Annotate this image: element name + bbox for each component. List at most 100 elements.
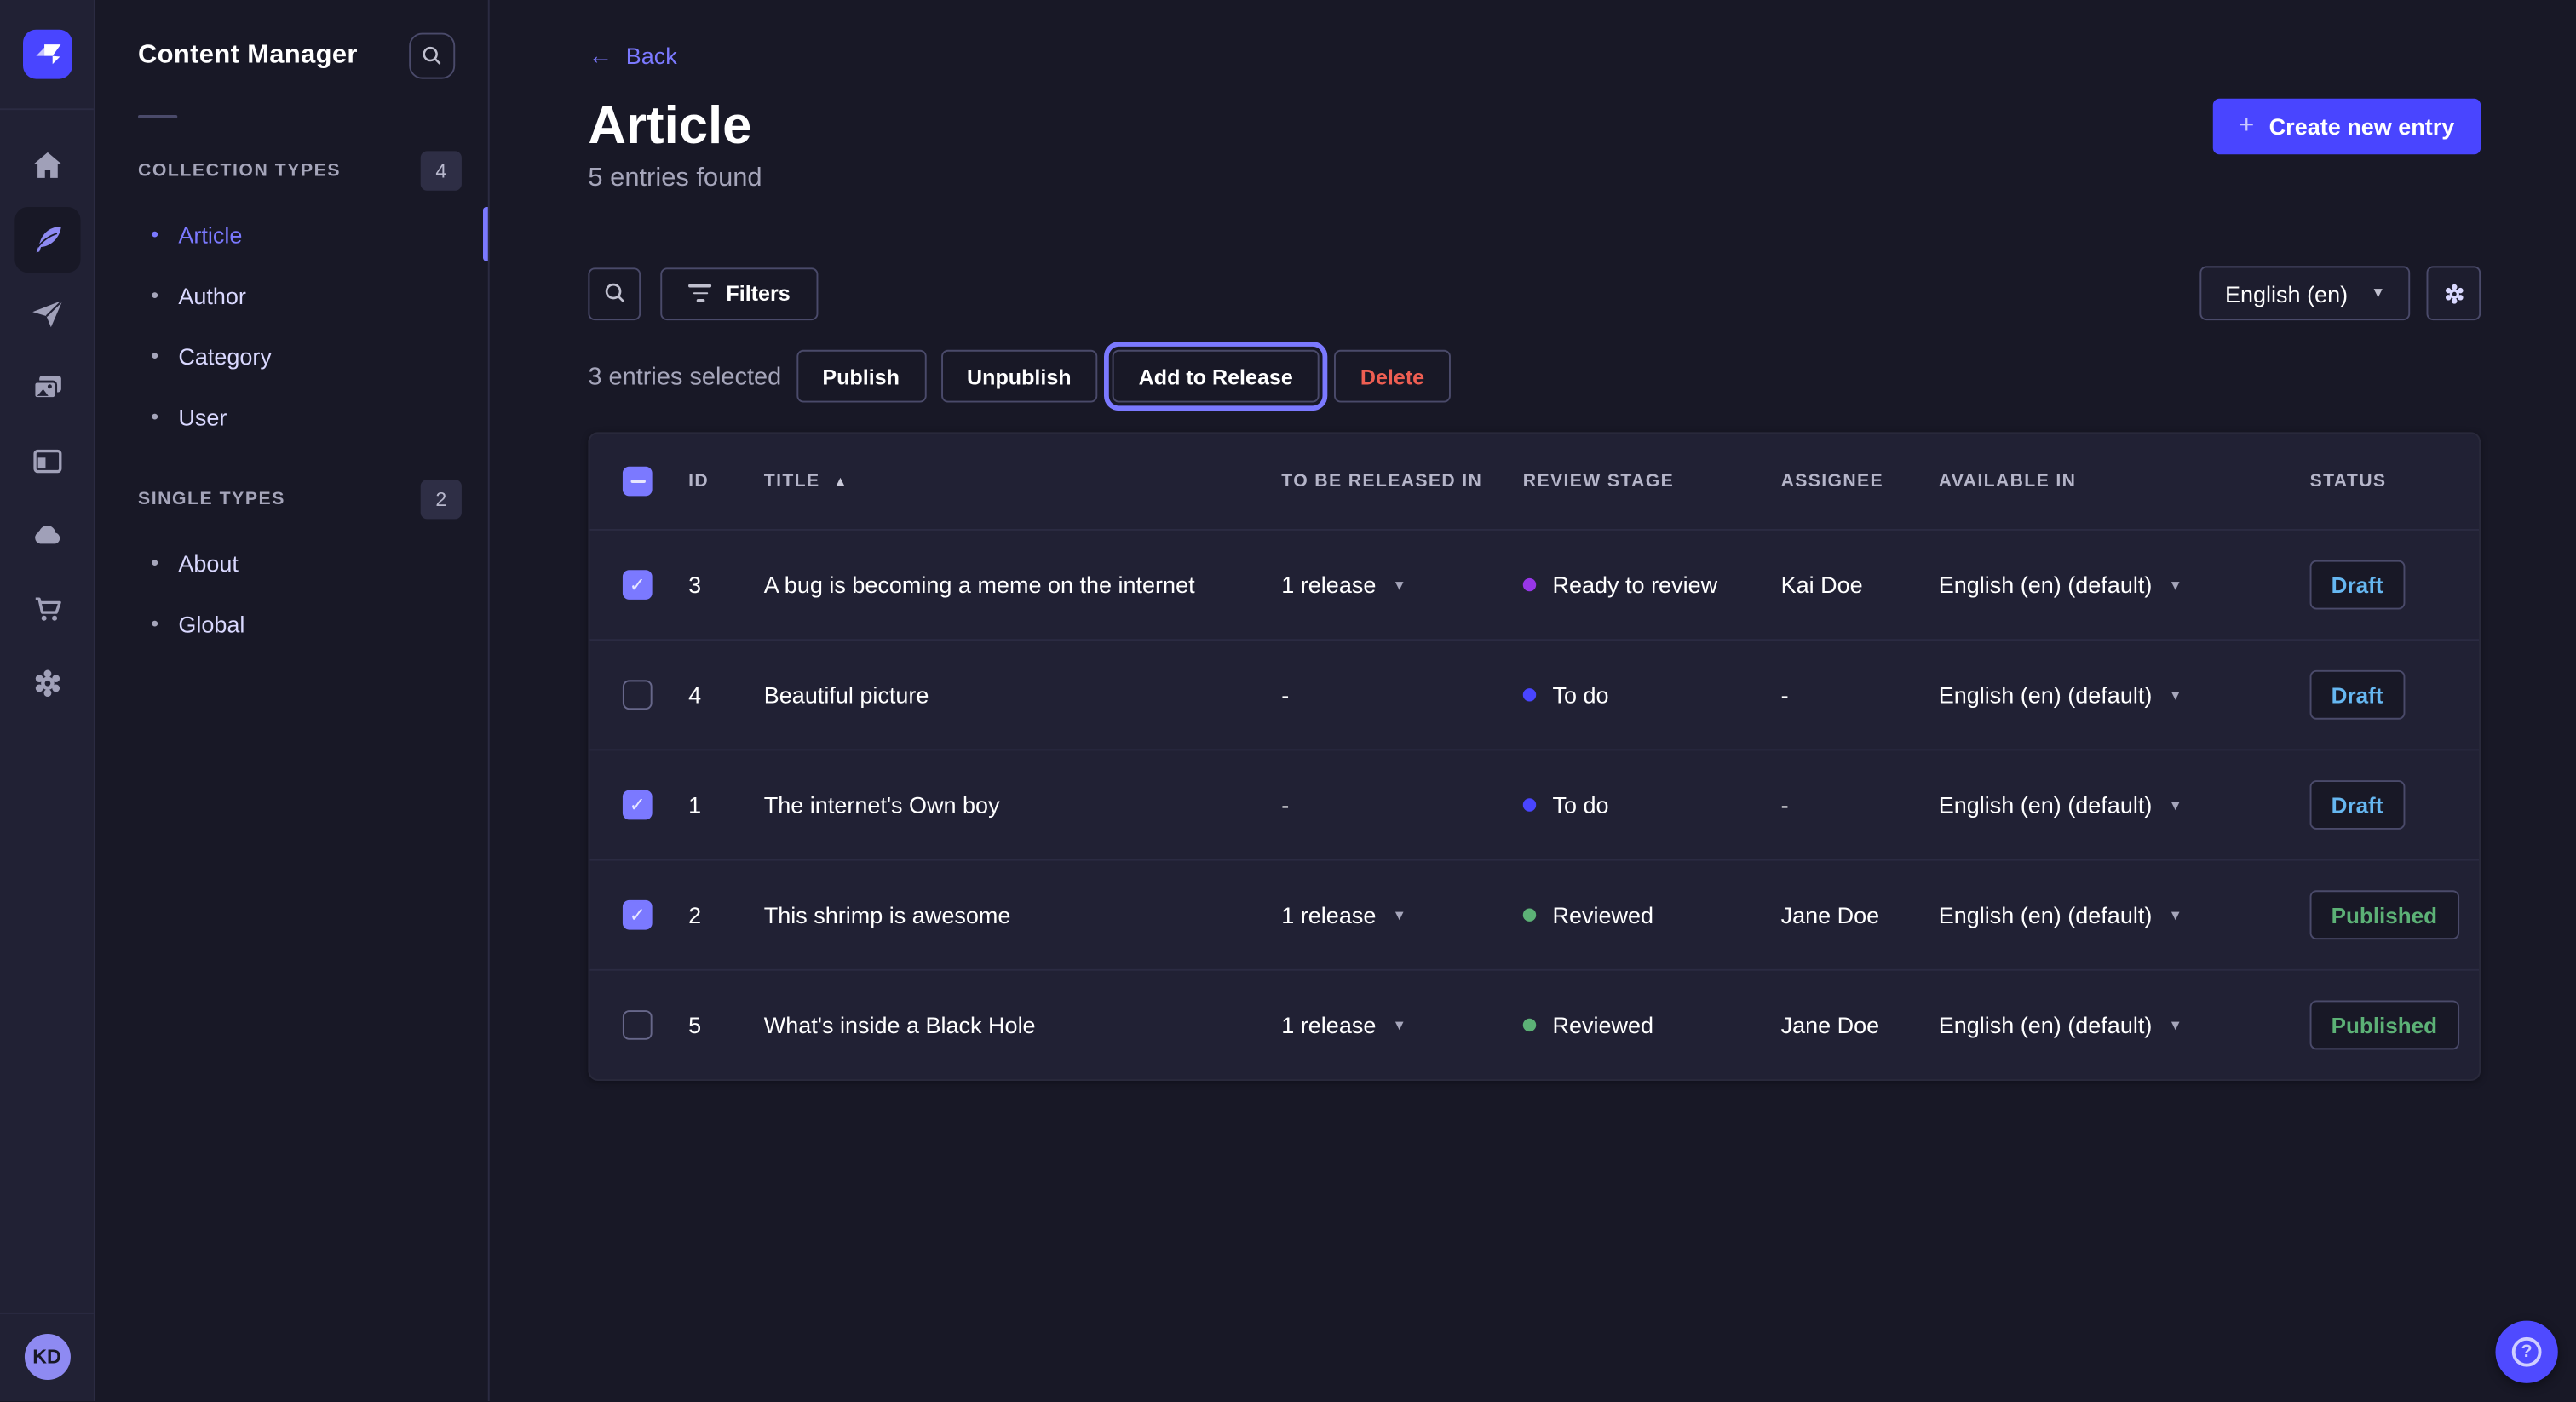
status-badge: Draft <box>2310 670 2405 720</box>
create-new-entry-button[interactable]: + Create new entry <box>2212 99 2481 155</box>
cell-release-dropdown[interactable]: 1 release ▼ <box>1281 572 1522 598</box>
table-row[interactable]: 5 What's inside a Black Hole 1 release ▼… <box>589 969 2479 1079</box>
content-manager-subnav: Content Manager COLLECTION TYPES 4 • Art… <box>95 0 490 1401</box>
cell-id: 4 <box>688 681 764 708</box>
filters-button[interactable]: Filters <box>660 267 818 319</box>
cell-available-dropdown[interactable]: English (en) (default) ▼ <box>1939 792 2310 819</box>
cell-available-dropdown[interactable]: English (en) (default) ▼ <box>1939 681 2310 708</box>
row-checkbox[interactable]: ✓ <box>623 570 653 600</box>
locale-select[interactable]: English (en) ▼ <box>2200 266 2410 320</box>
column-header-stage[interactable]: REVIEW STAGE <box>1523 471 1781 491</box>
chevron-down-icon: ▼ <box>2169 908 2182 922</box>
view-settings-button[interactable] <box>2426 266 2481 320</box>
sidebar-item-about[interactable]: • About <box>95 532 488 593</box>
sidebar-item-user[interactable]: • User <box>95 386 488 446</box>
cell-release: - <box>1281 681 1522 708</box>
strapi-logo-icon[interactable] <box>22 30 72 79</box>
column-header-title[interactable]: TITLE ▲ <box>764 471 1281 491</box>
chevron-down-icon: ▼ <box>1393 1018 1406 1031</box>
cell-title: The internet's Own boy <box>764 792 1281 819</box>
strapi-app: KD Content Manager COLLECTION TYPES 4 • <box>0 0 2576 1401</box>
column-header-assignee[interactable]: ASSIGNEE <box>1781 471 1939 491</box>
chevron-down-icon: ▼ <box>2371 286 2385 301</box>
row-checkbox[interactable] <box>623 1010 653 1040</box>
cell-available-dropdown[interactable]: English (en) (default) ▼ <box>1939 1012 2310 1038</box>
status-badge: Published <box>2310 890 2459 939</box>
row-checkbox[interactable]: ✓ <box>623 790 653 820</box>
cell-review-stage: Ready to review <box>1523 572 1781 598</box>
back-link[interactable]: ← Back <box>588 39 676 72</box>
cell-review-stage: To do <box>1523 681 1781 708</box>
sidebar-item-global[interactable]: • Global <box>95 593 488 653</box>
help-button[interactable]: ? <box>2495 1321 2557 1383</box>
section-count-badge: 4 <box>421 151 462 190</box>
cell-release-dropdown[interactable]: 1 release ▼ <box>1281 1012 1522 1038</box>
delete-button[interactable]: Delete <box>1334 350 1451 403</box>
table-row[interactable]: 4 Beautiful picture - To do - English (e… <box>589 639 2479 749</box>
cell-available-dropdown[interactable]: English (en) (default) ▼ <box>1939 902 2310 928</box>
search-button[interactable] <box>588 267 641 319</box>
subnav-divider <box>138 115 177 118</box>
marketplace-icon[interactable] <box>14 577 79 642</box>
stage-dot-icon <box>1523 1019 1536 1031</box>
main-nav-rail: KD <box>0 0 95 1401</box>
bullet-icon: • <box>151 223 158 244</box>
column-header-id[interactable]: ID <box>688 471 764 491</box>
cell-id: 2 <box>688 902 764 928</box>
page-title: Article <box>588 94 751 156</box>
bullet-icon: • <box>151 612 158 634</box>
single-types-section: SINGLE TYPES 2 • About • Global <box>95 480 488 653</box>
add-to-release-button[interactable]: Add to Release <box>1113 350 1320 403</box>
bullet-icon: • <box>151 284 158 306</box>
stage-dot-icon <box>1523 798 1536 811</box>
row-checkbox[interactable] <box>623 680 653 710</box>
sidebar-item-label: Author <box>178 282 246 308</box>
plus-icon: + <box>2239 113 2254 140</box>
locale-value: English (en) <box>2225 280 2348 307</box>
table-row[interactable]: ✓ 2 This shrimp is awesome 1 release ▼ R… <box>589 859 2479 969</box>
media-library-icon[interactable] <box>14 355 79 421</box>
status-badge: Published <box>2310 1000 2459 1049</box>
status-badge: Draft <box>2310 560 2405 610</box>
selection-count-label: 3 entries selected <box>588 362 781 390</box>
content-type-builder-icon[interactable] <box>14 428 79 494</box>
settings-icon[interactable] <box>14 651 79 716</box>
table-header-row: ID TITLE ▲ TO BE RELEASED IN REVIEW STAG… <box>589 434 2479 529</box>
cell-title: What's inside a Black Hole <box>764 1012 1281 1038</box>
back-arrow-icon: ← <box>588 43 612 68</box>
column-header-release[interactable]: TO BE RELEASED IN <box>1281 471 1522 491</box>
chevron-down-icon: ▼ <box>2169 688 2182 702</box>
cell-release: - <box>1281 792 1522 819</box>
subnav-search-button[interactable] <box>409 33 455 79</box>
sidebar-item-category[interactable]: • Category <box>95 325 488 386</box>
filter-icon <box>688 284 711 302</box>
sidebar-item-author[interactable]: • Author <box>95 264 488 325</box>
content-manager-icon[interactable] <box>14 207 79 273</box>
cell-assignee: - <box>1781 792 1939 819</box>
rail-footer: KD <box>0 1313 94 1401</box>
column-header-available[interactable]: AVAILABLE IN <box>1939 471 2310 491</box>
table-row[interactable]: ✓ 3 A bug is becoming a meme on the inte… <box>589 529 2479 639</box>
sidebar-item-article[interactable]: • Article <box>95 204 488 264</box>
bulk-actions-bar: 3 entries selected Publish Unpublish Add… <box>588 350 2481 403</box>
unpublish-button[interactable]: Unpublish <box>940 350 1097 403</box>
cell-id: 1 <box>688 792 764 819</box>
cell-available-dropdown[interactable]: English (en) (default) ▼ <box>1939 572 2310 598</box>
stage-dot-icon <box>1523 578 1536 591</box>
column-header-status[interactable]: STATUS <box>2310 471 2480 491</box>
user-avatar[interactable]: KD <box>24 1334 70 1380</box>
bullet-icon: • <box>151 405 158 427</box>
publish-button[interactable]: Publish <box>796 350 926 403</box>
select-all-checkbox[interactable] <box>623 467 653 497</box>
collection-types-section: COLLECTION TYPES 4 • Article • Author • … <box>95 151 488 446</box>
deploy-icon[interactable] <box>14 503 79 568</box>
stage-dot-icon <box>1523 908 1536 921</box>
releases-icon[interactable] <box>14 281 79 347</box>
status-badge: Draft <box>2310 780 2405 830</box>
cell-release-dropdown[interactable]: 1 release ▼ <box>1281 902 1522 928</box>
home-icon[interactable] <box>14 133 79 198</box>
row-checkbox[interactable]: ✓ <box>623 900 653 930</box>
cell-title: Beautiful picture <box>764 681 1281 708</box>
table-row[interactable]: ✓ 1 The internet's Own boy - To do - Eng… <box>589 749 2479 859</box>
sidebar-item-label: User <box>178 403 227 429</box>
